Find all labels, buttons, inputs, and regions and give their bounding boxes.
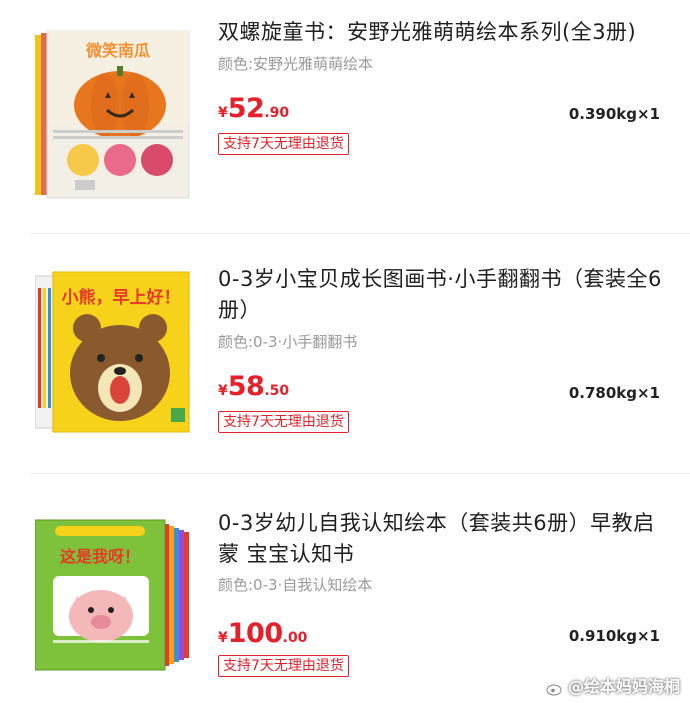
- product-title[interactable]: 双螺旋童书：安野光雅萌萌绘本系列(全3册): [218, 17, 668, 48]
- price-integer: 52: [227, 93, 265, 124]
- price-decimal: .00: [282, 630, 308, 646]
- product-variant: 颜色:0-3·自我认知绘本: [218, 576, 373, 594]
- price-currency: ¥: [218, 383, 228, 399]
- product-weight-quantity: 0.910kg×1: [568, 627, 660, 645]
- product-price: ¥52.90: [218, 93, 289, 124]
- product-variant: 颜色:安野光雅萌萌绘本: [218, 55, 374, 73]
- price-currency: ¥: [218, 630, 228, 646]
- return-policy-badge: 支持7天无理由退货: [218, 411, 349, 433]
- cover-title: 微笑南瓜: [85, 41, 150, 60]
- weibo-icon: [546, 681, 564, 695]
- order-item-2[interactable]: 小熊，早上好！ 0-3岁小宝贝成长图画书·小手翻翻书（套装全6册） 颜色:0-3…: [0, 234, 690, 474]
- product-title[interactable]: 0-3岁小宝贝成长图画书·小手翻翻书（套装全6册）: [218, 264, 668, 326]
- product-price: ¥100.00: [218, 618, 307, 649]
- product-weight-quantity: 0.780kg×1: [568, 384, 660, 402]
- price-decimal: .90: [264, 105, 290, 121]
- product-image-pig-book[interactable]: 这是我呀！: [35, 518, 193, 673]
- price-decimal: .50: [264, 383, 290, 399]
- book-cover-art: 小熊，早上好！: [35, 271, 190, 433]
- product-weight-quantity: 0.390kg×1: [568, 105, 660, 123]
- watermark-text: @绘本妈妈海桐: [567, 677, 680, 696]
- price-integer: 58: [227, 371, 265, 402]
- product-image-bear-book[interactable]: 小熊，早上好！: [35, 268, 193, 438]
- book-cover-art: 微笑南瓜: [35, 30, 190, 199]
- weibo-watermark: @绘本妈妈海桐: [546, 673, 680, 697]
- order-item-3[interactable]: 这是我呀！ 0-3岁幼儿自我认知绘本（套装共6册）早教启蒙 宝宝认知书 颜色:0…: [0, 474, 690, 703]
- product-image-pumpkin-book[interactable]: 微笑南瓜: [35, 30, 193, 205]
- cover-title: 这是我呀！: [60, 547, 140, 566]
- product-price: ¥58.50: [218, 371, 289, 402]
- cover-title: 小熊，早上好！: [62, 287, 181, 308]
- price-currency: ¥: [218, 105, 228, 121]
- product-variant: 颜色:0-3·小手翻翻书: [218, 333, 358, 351]
- price-integer: 100: [227, 618, 283, 649]
- product-title[interactable]: 0-3岁幼儿自我认知绘本（套装共6册）早教启蒙 宝宝认知书: [218, 508, 668, 570]
- return-policy-badge: 支持7天无理由退货: [218, 655, 349, 677]
- book-cover-art: 这是我呀！: [35, 519, 189, 671]
- return-policy-badge: 支持7天无理由退货: [218, 133, 349, 155]
- order-item-1[interactable]: 微笑南瓜 双螺旋童书：安野光雅萌萌绘本系列(全3册) 颜色:安野光雅萌萌绘本 ¥…: [0, 0, 690, 234]
